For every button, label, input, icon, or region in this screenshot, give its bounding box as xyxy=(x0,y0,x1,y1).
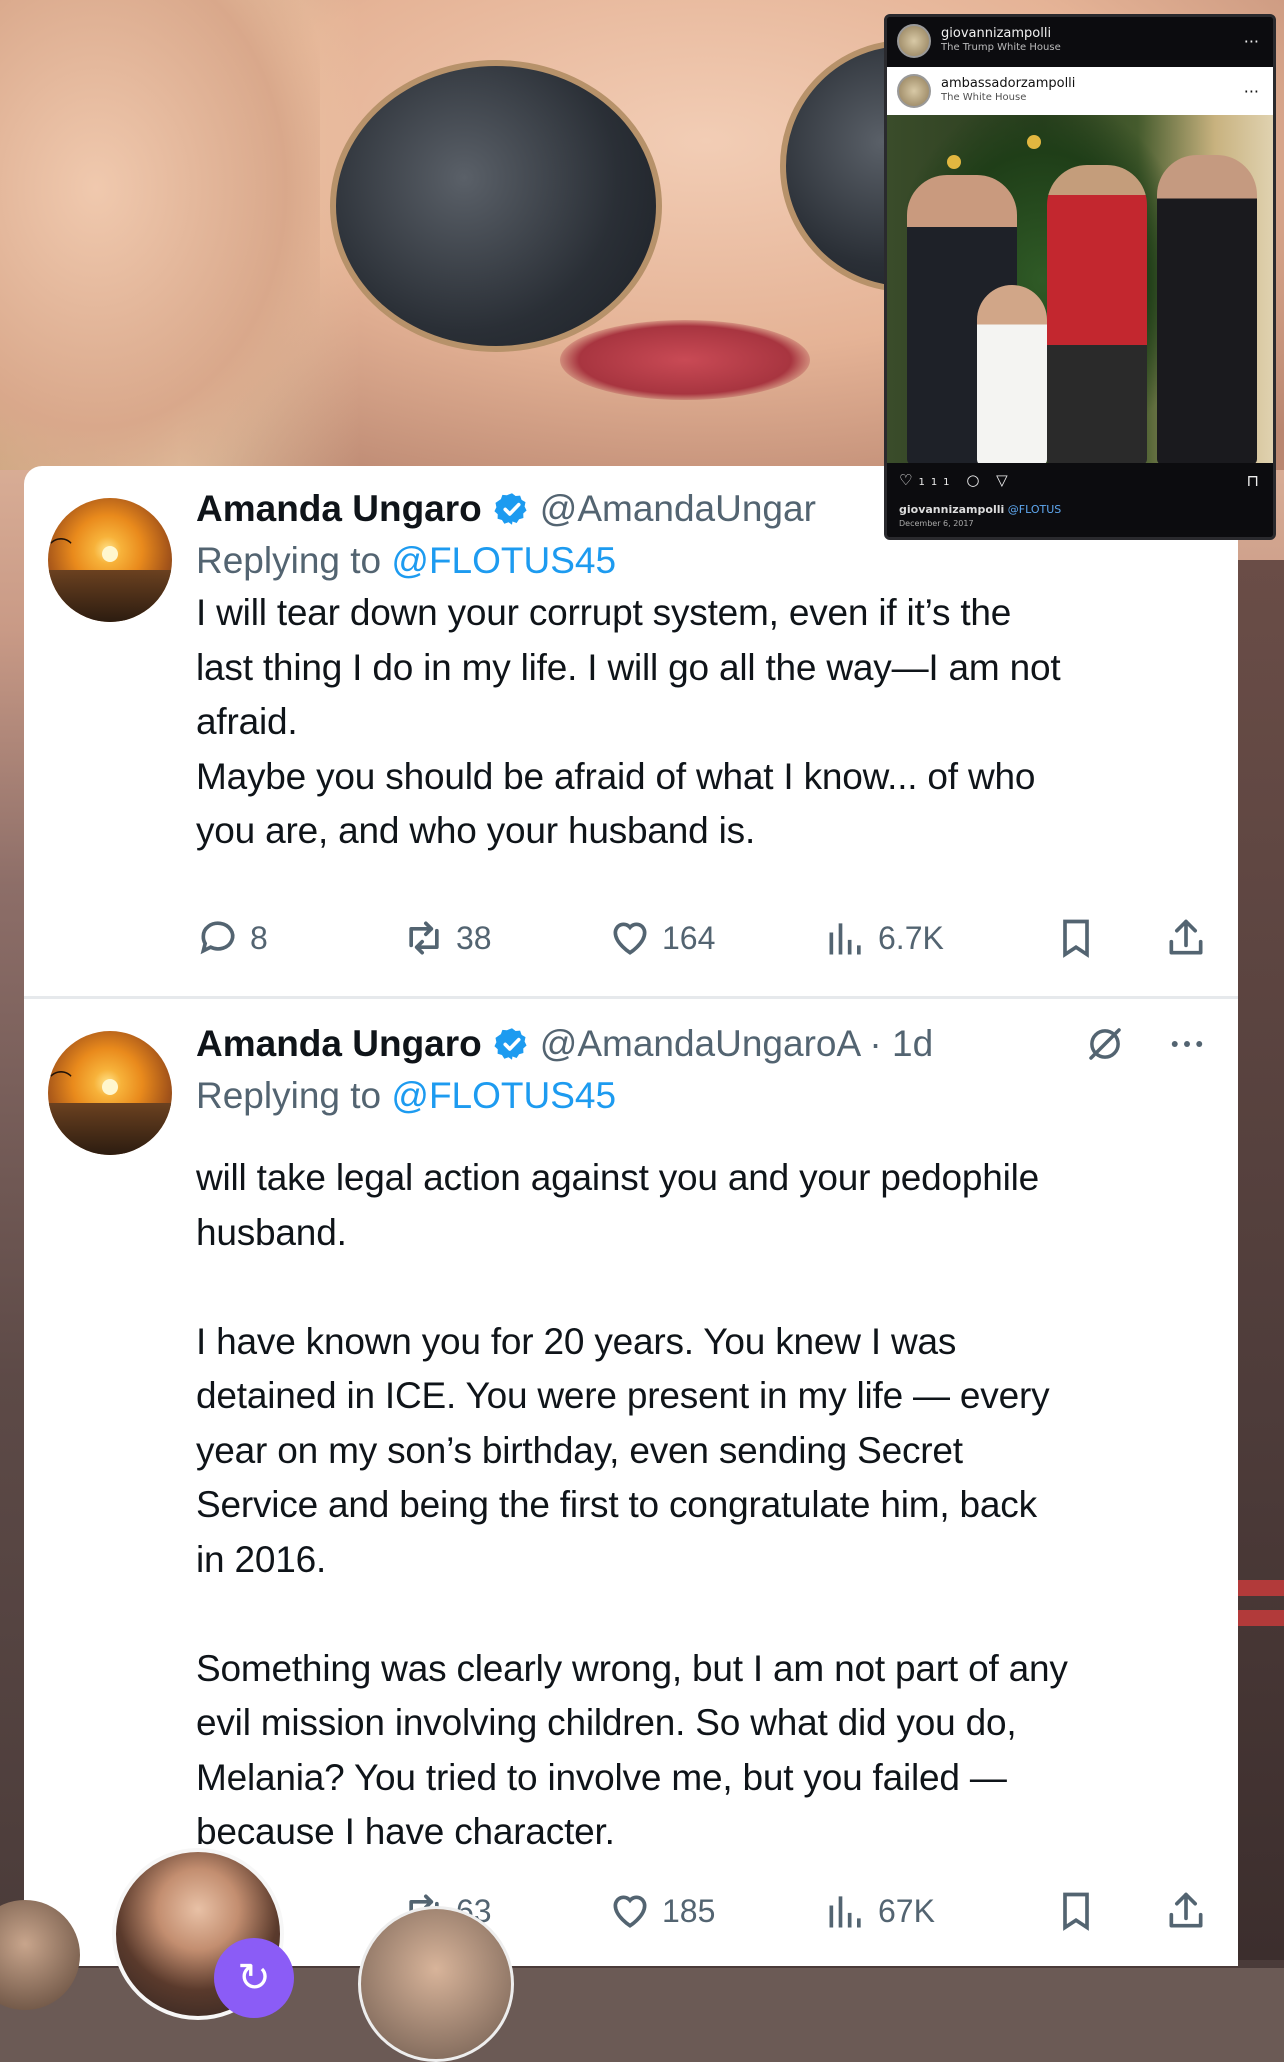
like-icon xyxy=(613,1895,647,1928)
verified-icon xyxy=(494,1026,530,1062)
retweet-icon xyxy=(409,921,439,955)
reply-button[interactable]: 8 xyxy=(196,910,268,966)
grok-icon xyxy=(1089,1028,1121,1060)
share-icon xyxy=(1169,1892,1203,1928)
retweet-button[interactable]: 38 xyxy=(402,910,492,966)
like-button[interactable]: 164 xyxy=(608,910,715,966)
avatar[interactable]: ⌒ xyxy=(48,1031,172,1155)
more-icon: ··· xyxy=(1243,81,1259,101)
instagram-date: December 6, 2017 xyxy=(899,519,974,528)
instagram-action-icons: ♡111 ○ ▽ xyxy=(899,471,1014,489)
reply-count: 8 xyxy=(250,919,268,956)
more-icon xyxy=(1171,1041,1203,1047)
views-icon xyxy=(829,1896,861,1928)
instagram-like-count: 111 xyxy=(918,477,956,488)
like-icon xyxy=(613,922,647,955)
reply-mention-link[interactable]: @FLOTUS45 xyxy=(391,1075,616,1116)
background-right-strip xyxy=(1238,560,1284,1960)
share-button[interactable] xyxy=(1164,910,1208,966)
caption-tag: @FLOTUS xyxy=(1007,503,1062,516)
display-name[interactable]: Amanda Ungaro xyxy=(196,1023,482,1065)
user-handle[interactable]: @AmandaUngaroA · 1d xyxy=(540,1023,933,1065)
views-icon xyxy=(829,923,861,955)
profile-bubble[interactable] xyxy=(358,1906,514,2062)
replying-prefix: Replying to xyxy=(196,540,392,581)
bookmark-icon xyxy=(1063,1892,1089,1931)
account-subtitle: The White House xyxy=(941,92,1027,103)
sunglasses-left-lens xyxy=(330,60,662,352)
tweet-thread-card: ⌒ Amanda Ungaro @AmandaUngar Replying to… xyxy=(24,466,1238,1966)
profile-avatar-icon xyxy=(897,24,931,58)
tweet: ⌒ Amanda Ungaro @AmandaUngaroA · 1d Repl… xyxy=(24,999,1238,1966)
grok-button[interactable] xyxy=(1084,1021,1126,1067)
replying-to: Replying to @FLOTUS45 xyxy=(196,540,616,582)
account-name: giovannizampolli xyxy=(941,26,1052,41)
tweet-header: Amanda Ungaro @AmandaUngar xyxy=(196,486,816,532)
caption-user: giovannizampolli xyxy=(899,503,1005,516)
tweet: ⌒ Amanda Ungaro @AmandaUngar Replying to… xyxy=(24,466,1238,996)
tweet-header: Amanda Ungaro @AmandaUngaroA · 1d xyxy=(196,1021,933,1067)
background-lips xyxy=(560,320,810,400)
tweet-text: I will tear down your corrupt system, ev… xyxy=(196,592,1061,851)
user-handle[interactable]: @AmandaUngar xyxy=(540,488,816,530)
views-button[interactable]: 6.7K xyxy=(824,910,944,966)
tweet-text: will take legal action against you and y… xyxy=(196,1157,1068,1852)
reply-mention-link[interactable]: @FLOTUS45 xyxy=(391,540,616,581)
tweet-actions: 8 38 164 6.7K xyxy=(196,910,1216,966)
bookmark-button[interactable] xyxy=(1054,910,1098,966)
instagram-header-1: giovannizampolli The Trump White House ·… xyxy=(887,17,1273,65)
like-count: 185 xyxy=(662,1892,716,1929)
replying-prefix: Replying to xyxy=(196,1075,392,1116)
more-button[interactable] xyxy=(1166,1021,1208,1067)
bookmark-button[interactable] xyxy=(1054,1883,1098,1939)
bookmark-icon: ⊓ xyxy=(1246,471,1259,490)
views-count: 67K xyxy=(878,1892,935,1929)
verified-icon xyxy=(494,491,530,527)
avatar[interactable]: ⌒ xyxy=(48,498,172,622)
share-button[interactable] xyxy=(1164,1883,1208,1939)
profile-avatar-icon xyxy=(897,74,931,108)
bookmark-icon xyxy=(1063,919,1089,958)
background-hand xyxy=(0,0,320,470)
more-icon: ··· xyxy=(1243,31,1259,51)
account-name: ambassadorzampolli xyxy=(941,76,1076,91)
instagram-caption: giovannizampolli @FLOTUS xyxy=(899,503,1061,516)
like-count: 164 xyxy=(662,919,716,956)
display-name[interactable]: Amanda Ungaro xyxy=(196,488,482,530)
replying-to: Replying to @FLOTUS45 xyxy=(196,1075,616,1117)
christmas-group-photo xyxy=(887,115,1273,465)
account-subtitle: The Trump White House xyxy=(941,42,1061,53)
views-button[interactable]: 67K xyxy=(824,1883,935,1939)
repost-icon[interactable]: ↻ xyxy=(214,1938,294,2018)
reply-icon xyxy=(200,921,235,955)
embedded-instagram-screenshot: giovannizampolli The Trump White House ·… xyxy=(884,14,1276,540)
tweet-actions: 6 63 185 67K xyxy=(196,1883,1216,1939)
instagram-footer: ♡111 ○ ▽ ⊓ giovannizampolli @FLOTUS Dece… xyxy=(887,463,1273,537)
retweet-count: 38 xyxy=(456,919,492,956)
share-icon xyxy=(1169,919,1203,955)
views-count: 6.7K xyxy=(878,919,944,956)
like-button[interactable]: 185 xyxy=(608,1883,715,1939)
instagram-header-2: ambassadorzampolli The White House ··· xyxy=(887,67,1273,115)
